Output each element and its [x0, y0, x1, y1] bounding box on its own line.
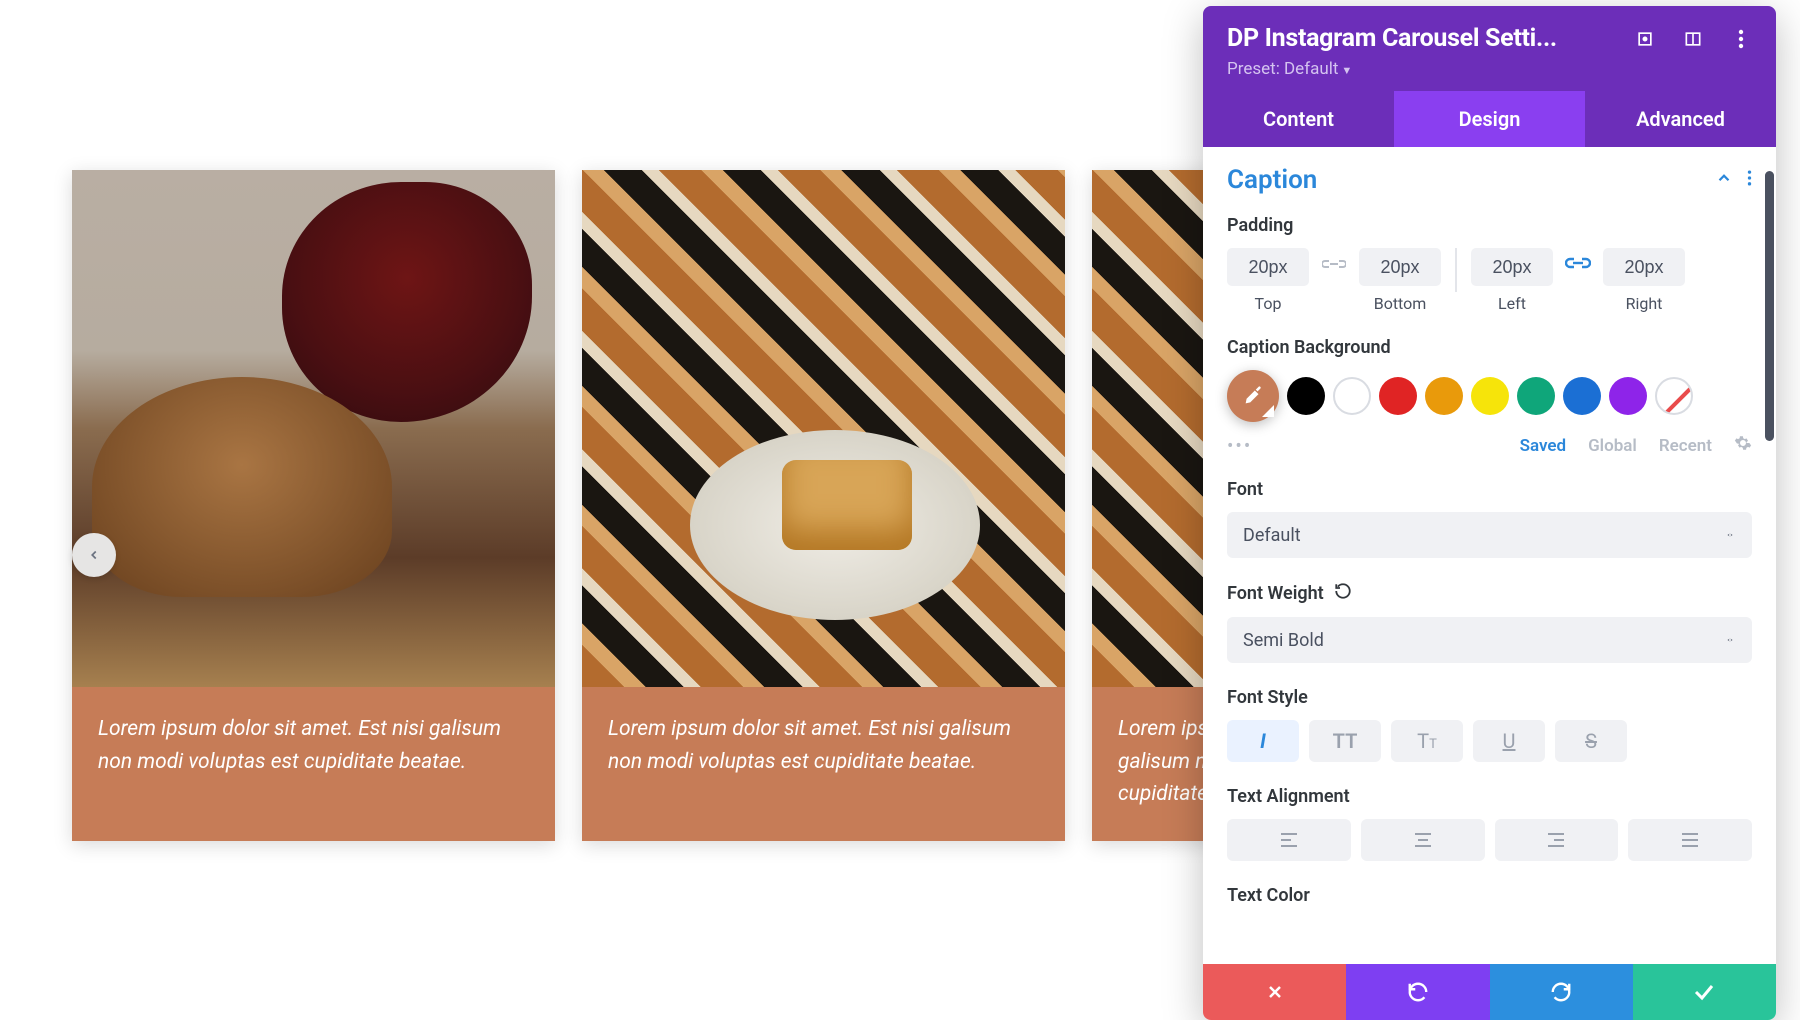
padding-left-input[interactable]: [1471, 248, 1553, 286]
collapse-icon[interactable]: [1715, 169, 1733, 191]
font-label: Font: [1227, 479, 1752, 500]
padding-right-input[interactable]: [1603, 248, 1685, 286]
kebab-icon[interactable]: [1730, 28, 1752, 50]
carousel-image: [72, 170, 555, 687]
font-style-smallcaps-button[interactable]: TT: [1391, 720, 1463, 762]
color-swatch-red[interactable]: [1379, 377, 1417, 415]
padding-bottom-input[interactable]: [1359, 248, 1441, 286]
panel-footer: [1203, 964, 1776, 1020]
tab-advanced[interactable]: Advanced: [1585, 91, 1776, 147]
color-tab-global[interactable]: Global: [1588, 436, 1637, 456]
color-tab-recent[interactable]: Recent: [1659, 436, 1712, 456]
tab-content[interactable]: Content: [1203, 91, 1394, 147]
link-horizontal-icon[interactable]: [1563, 252, 1593, 282]
reset-icon[interactable]: [1334, 582, 1352, 605]
font-style-strike-button[interactable]: S: [1555, 720, 1627, 762]
carousel-prev-button[interactable]: [72, 533, 116, 577]
settings-panel: DP Instagram Carousel Setti... Preset: D…: [1203, 6, 1776, 1020]
color-swatch-black[interactable]: [1287, 377, 1325, 415]
kebab-icon[interactable]: [1747, 169, 1752, 191]
carousel-card: Lorem ipsum dolor sit amet. Est nisi gal…: [582, 170, 1065, 841]
color-swatch-blue[interactable]: [1563, 377, 1601, 415]
panel-body: Caption Padding Top Bottom Left: [1203, 147, 1776, 964]
carousel: Lorem ipsum dolor sit amet. Est nisi gal…: [72, 170, 1272, 841]
padding-left-label: Left: [1498, 294, 1526, 313]
align-justify-button[interactable]: [1628, 819, 1752, 861]
color-tab-saved[interactable]: Saved: [1520, 436, 1567, 456]
cancel-button[interactable]: [1203, 964, 1346, 1020]
font-style-italic-button[interactable]: I: [1227, 720, 1299, 762]
font-weight-select[interactable]: Semi Bold: [1227, 617, 1752, 663]
gear-icon[interactable]: [1734, 434, 1752, 457]
align-center-button[interactable]: [1361, 819, 1485, 861]
color-swatch-yellow[interactable]: [1471, 377, 1509, 415]
more-colors-icon[interactable]: •••: [1227, 434, 1252, 457]
carousel-card: Lorem ipsum dolor sit amet. Est nisi gal…: [72, 170, 555, 841]
text-align-label: Text Alignment: [1227, 786, 1752, 807]
color-swatch-purple[interactable]: [1609, 377, 1647, 415]
font-style-underline-button[interactable]: U: [1473, 720, 1545, 762]
link-vertical-icon[interactable]: [1319, 252, 1349, 282]
color-picker-active[interactable]: [1227, 370, 1279, 422]
align-right-button[interactable]: [1495, 819, 1619, 861]
padding-bottom-label: Bottom: [1374, 294, 1427, 313]
align-left-button[interactable]: [1227, 819, 1351, 861]
font-weight-label: Font Weight: [1227, 582, 1752, 605]
panel-tabs: Content Design Advanced: [1203, 91, 1776, 147]
font-style-label: Font Style: [1227, 687, 1752, 708]
font-style-uppercase-button[interactable]: TT: [1309, 720, 1381, 762]
color-swatch-green[interactable]: [1517, 377, 1555, 415]
redo-button[interactable]: [1490, 964, 1633, 1020]
carousel-caption: Lorem ipsum dolor sit amet. Est nisi gal…: [582, 687, 1065, 808]
color-swatch-orange[interactable]: [1425, 377, 1463, 415]
panel-title: DP Instagram Carousel Setti...: [1227, 24, 1557, 53]
padding-top-label: Top: [1255, 294, 1282, 313]
caption-bg-label: Caption Background: [1227, 337, 1752, 358]
carousel-image: [582, 170, 1065, 687]
color-swatch-none[interactable]: [1655, 377, 1693, 415]
dock-icon[interactable]: [1682, 28, 1704, 50]
section-caption-title[interactable]: Caption: [1227, 165, 1317, 195]
padding-right-label: Right: [1626, 294, 1663, 313]
tab-design[interactable]: Design: [1394, 91, 1585, 147]
panel-header: DP Instagram Carousel Setti... Preset: D…: [1203, 6, 1776, 91]
scrollbar-thumb[interactable]: [1765, 171, 1774, 441]
padding-top-input[interactable]: [1227, 248, 1309, 286]
font-select[interactable]: Default: [1227, 512, 1752, 558]
text-color-label: Text Color: [1227, 885, 1752, 906]
preset-selector[interactable]: Preset: Default▼: [1227, 59, 1752, 79]
padding-label: Padding: [1227, 215, 1752, 236]
carousel-caption: Lorem ipsum dolor sit amet. Est nisi gal…: [72, 687, 555, 808]
scrollbar[interactable]: [1764, 147, 1774, 964]
expand-icon[interactable]: [1634, 28, 1656, 50]
color-swatch-white[interactable]: [1333, 377, 1371, 415]
save-button[interactable]: [1633, 964, 1776, 1020]
undo-button[interactable]: [1346, 964, 1489, 1020]
